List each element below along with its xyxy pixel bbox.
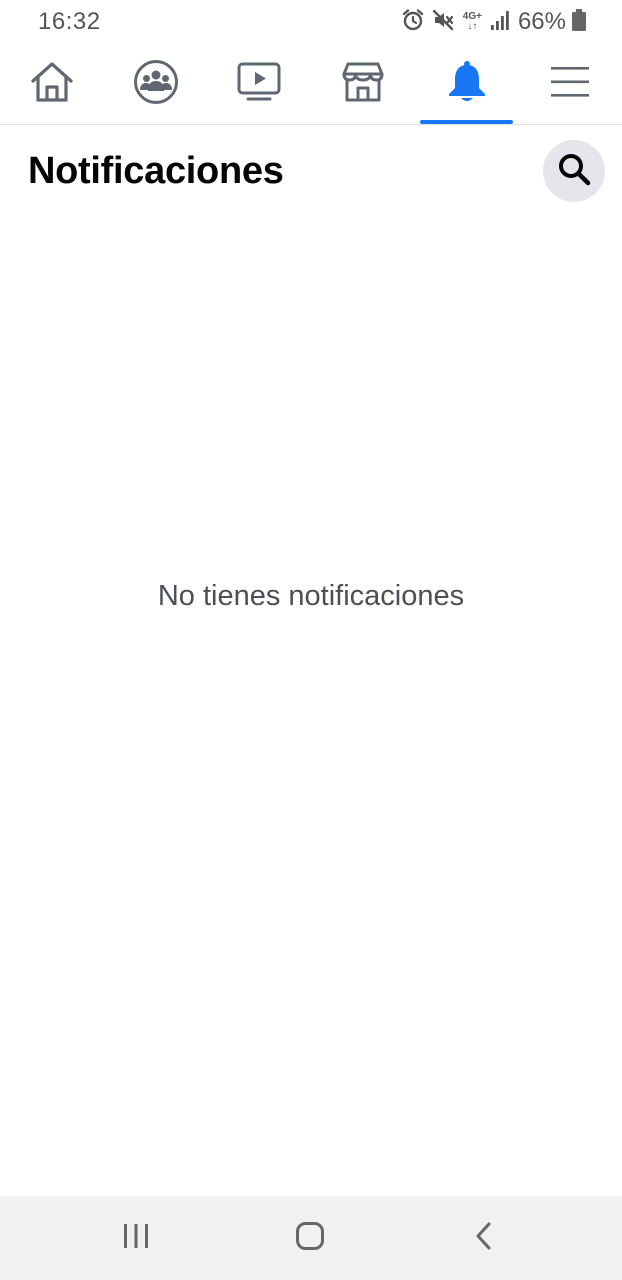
status-time: 16:32 — [38, 8, 101, 35]
system-home-button[interactable] — [270, 1210, 350, 1266]
battery-icon — [572, 8, 586, 36]
bell-icon — [446, 60, 488, 109]
back-button[interactable] — [444, 1210, 524, 1266]
video-icon — [237, 62, 281, 107]
status-icons: 4G+ ↓↑ 66% — [401, 7, 586, 37]
home-icon — [29, 61, 75, 108]
tab-home[interactable] — [0, 44, 104, 124]
data-arrows-icon: ↓↑ — [467, 21, 478, 32]
nav-tabs — [0, 44, 622, 125]
empty-state-message: No tienes notificaciones — [157, 580, 465, 612]
mute-icon — [431, 8, 455, 37]
recents-icon — [121, 1222, 151, 1255]
page-title: Notificaciones — [28, 150, 284, 192]
menu-icon — [550, 65, 590, 104]
tab-watch[interactable] — [207, 44, 311, 124]
tab-menu[interactable] — [518, 44, 622, 124]
back-icon — [472, 1221, 496, 1256]
battery-percentage: 66% — [517, 8, 566, 35]
tab-notifications[interactable] — [415, 44, 519, 124]
network-4g-icon: 4G+ ↓↑ — [463, 12, 482, 32]
signal-icon — [490, 9, 510, 36]
system-nav-bar — [0, 1196, 622, 1280]
search-button[interactable] — [543, 140, 605, 202]
search-icon — [557, 152, 591, 191]
page-header: Notificaciones — [0, 126, 622, 218]
status-bar: 16:32 4G+ ↓↑ 66% — [0, 0, 622, 44]
tab-marketplace[interactable] — [311, 44, 415, 124]
active-tab-indicator — [420, 120, 513, 124]
groups-icon — [133, 59, 179, 110]
home-circle-icon — [295, 1221, 325, 1256]
marketplace-icon — [341, 61, 385, 108]
alarm-icon — [401, 8, 425, 37]
recents-button[interactable] — [96, 1210, 176, 1266]
tab-groups[interactable] — [104, 44, 208, 124]
